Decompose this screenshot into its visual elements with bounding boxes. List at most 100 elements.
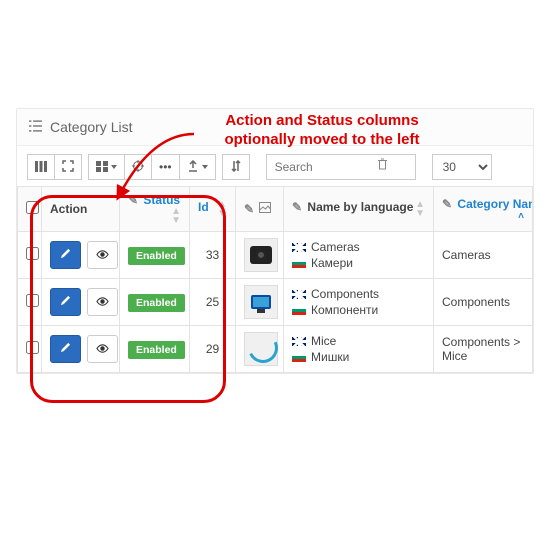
name-bg: Компоненти [311, 303, 378, 317]
edit-icon: ✎ [442, 197, 452, 211]
clear-search-button[interactable] [377, 158, 388, 173]
toolbar-group-mid: ••• [88, 154, 216, 180]
status-cell[interactable]: Enabled [120, 326, 190, 373]
category-name-cell[interactable]: Components > Mice [434, 326, 533, 373]
name-bg: Мишки [311, 350, 349, 364]
name-by-lang-cell[interactable]: Mice Мишки [284, 326, 434, 373]
grid-icon [96, 161, 108, 174]
name-en: Components [311, 287, 379, 301]
row-checkbox-cell[interactable] [18, 326, 42, 373]
name-en: Cameras [311, 240, 360, 254]
col-action[interactable]: Action [42, 187, 120, 232]
col-image[interactable]: ✎ [236, 187, 284, 232]
view-button[interactable] [87, 288, 118, 316]
status-cell[interactable]: Enabled [120, 279, 190, 326]
name-en: Mice [311, 334, 336, 348]
image-cell[interactable] [236, 232, 284, 279]
sort-icon [230, 160, 242, 174]
table-row: Enabled 25 Components Компоненти Components [18, 279, 533, 326]
status-cell[interactable]: Enabled [120, 232, 190, 279]
product-thumb [244, 285, 278, 319]
sort-icon: ▲▼ [171, 207, 181, 225]
edit-icon: ✎ [292, 200, 302, 214]
eye-icon [96, 342, 109, 356]
page-size-select[interactable]: 30 [432, 154, 492, 180]
select-all-checkbox[interactable] [26, 201, 39, 214]
search-wrap [266, 154, 416, 180]
table-row: Enabled 29 Mice Мишки Components > Mice [18, 326, 533, 373]
status-badge: Enabled [128, 341, 185, 359]
status-badge: Enabled [128, 294, 185, 312]
action-cell [42, 326, 120, 373]
columns-button[interactable] [27, 154, 55, 180]
sort-settings-button[interactable] [222, 154, 250, 180]
col-name-by-language[interactable]: ✎ Name by language ▲▼ [284, 187, 434, 232]
col-status[interactable]: ✎ Status ▲▼ [120, 187, 190, 232]
id-cell: 25 [190, 279, 236, 326]
search-input[interactable] [266, 154, 416, 180]
table-row: Enabled 33 CamerasКамериCameras [18, 232, 533, 279]
product-thumb [244, 332, 278, 366]
sort-icon: ▲▼ [217, 200, 227, 218]
header-row: Action ✎ Status ▲▼ Id ▲▼ ✎ ✎ Name by lan… [18, 187, 533, 232]
category-name-cell[interactable]: Components [434, 279, 533, 326]
category-list-panel: Category List ••• 30 [16, 108, 534, 374]
toolbar-group-left [27, 154, 82, 180]
image-cell[interactable] [236, 326, 284, 373]
sort-asc-icon: ˄ [518, 211, 524, 222]
columns-icon [35, 161, 47, 174]
action-cell [42, 279, 120, 326]
chevron-down-icon [111, 165, 117, 169]
edit-button[interactable] [50, 241, 81, 269]
product-thumb [244, 238, 278, 272]
edit-icon: ✎ [244, 202, 254, 216]
sort-icon: ▲▼ [415, 200, 425, 218]
more-icon: ••• [159, 161, 172, 173]
eye-icon [96, 295, 109, 309]
status-badge: Enabled [128, 247, 185, 265]
id-cell: 33 [190, 232, 236, 279]
pencil-icon [60, 342, 71, 356]
flag-bg-icon [292, 306, 306, 315]
pencil-icon [60, 248, 71, 262]
flag-gb-icon [292, 290, 306, 299]
image-cell[interactable] [236, 279, 284, 326]
fullscreen-button[interactable] [55, 154, 82, 180]
target-icon [132, 160, 144, 174]
image-col-icon [259, 202, 271, 216]
chevron-down-icon [202, 165, 208, 169]
row-checkbox-cell[interactable] [18, 279, 42, 326]
expand-icon [62, 160, 74, 174]
export-button[interactable] [180, 154, 216, 180]
view-button[interactable] [87, 335, 118, 363]
export-icon [187, 160, 199, 174]
panel-title: Category List [50, 119, 132, 135]
trash-icon [377, 159, 388, 173]
toolbar: ••• 30 [17, 146, 533, 186]
row-checkbox[interactable] [26, 247, 39, 260]
name-by-lang-cell[interactable]: CamerasКамери [284, 232, 434, 279]
panel-header: Category List [17, 109, 533, 146]
col-category-name[interactable]: ✎ Category Name ˄ [434, 187, 533, 232]
action-cell [42, 232, 120, 279]
edit-button[interactable] [50, 288, 81, 316]
flag-gb-icon [292, 243, 306, 252]
col-id[interactable]: Id ▲▼ [190, 187, 236, 232]
eye-icon [96, 248, 109, 262]
row-checkbox[interactable] [26, 341, 39, 354]
id-cell: 29 [190, 326, 236, 373]
category-name-cell[interactable]: Cameras [434, 232, 533, 279]
category-table: Action ✎ Status ▲▼ Id ▲▼ ✎ ✎ Name by lan… [17, 186, 533, 373]
grid-options-button[interactable] [88, 154, 125, 180]
reset-button[interactable] [125, 154, 152, 180]
flag-gb-icon [292, 337, 306, 346]
col-checkbox[interactable] [18, 187, 42, 232]
flag-bg-icon [292, 353, 306, 362]
row-checkbox[interactable] [26, 294, 39, 307]
view-button[interactable] [87, 241, 118, 269]
list-icon [29, 119, 42, 135]
more-button[interactable]: ••• [152, 154, 180, 180]
edit-button[interactable] [50, 335, 81, 363]
name-by-lang-cell[interactable]: Components Компоненти [284, 279, 434, 326]
row-checkbox-cell[interactable] [18, 232, 42, 279]
